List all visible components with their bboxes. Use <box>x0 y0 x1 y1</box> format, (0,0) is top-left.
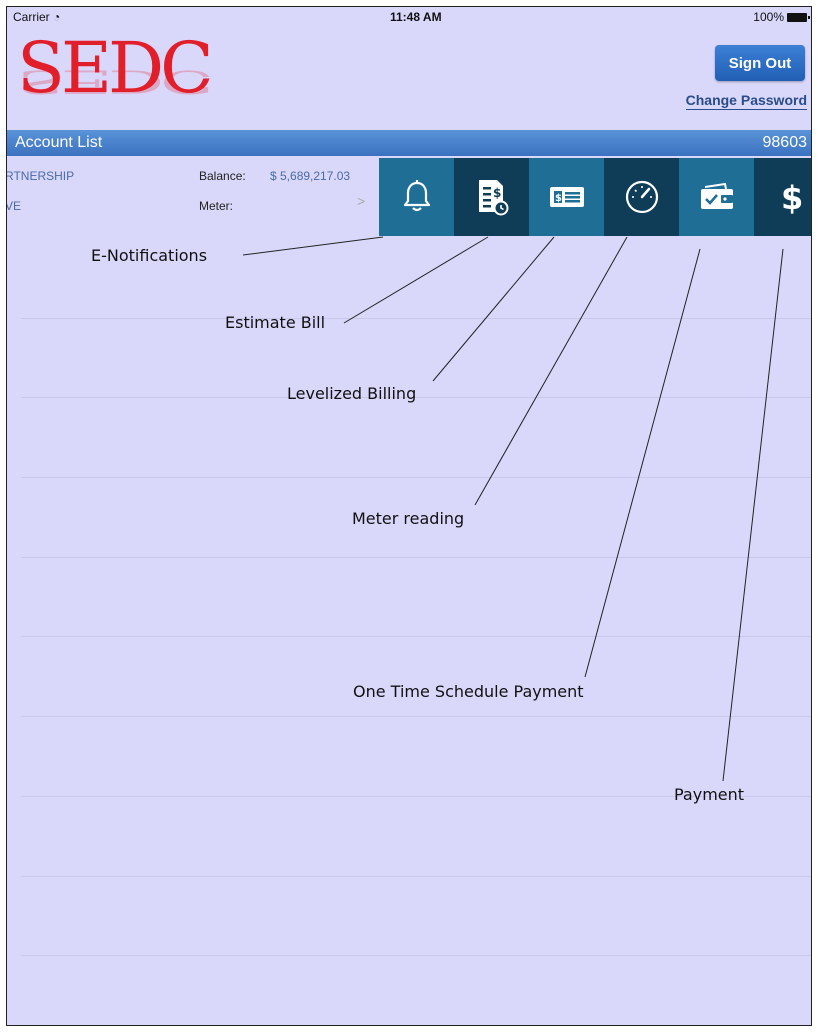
label-estimate-bill: Estimate Bill <box>225 313 326 332</box>
callout-line-one-time-payment <box>584 248 701 678</box>
callout-line-estimate-bill <box>343 236 489 324</box>
callout-line-payment <box>722 248 784 782</box>
app-screen: Carrier ◔ 11:48 AM 100% SEDC SEDC Sign O… <box>6 6 812 1026</box>
label-payment: Payment <box>674 785 745 804</box>
label-meter-reading: Meter reading <box>352 509 465 528</box>
label-levelized-billing: Levelized Billing <box>287 384 417 403</box>
label-one-time-schedule-payment: One Time Schedule Payment <box>353 682 584 701</box>
callout-line-e-notifications <box>242 236 384 256</box>
label-e-notifications: E-Notifications <box>91 246 208 265</box>
callout-line-meter-reading <box>474 236 628 506</box>
